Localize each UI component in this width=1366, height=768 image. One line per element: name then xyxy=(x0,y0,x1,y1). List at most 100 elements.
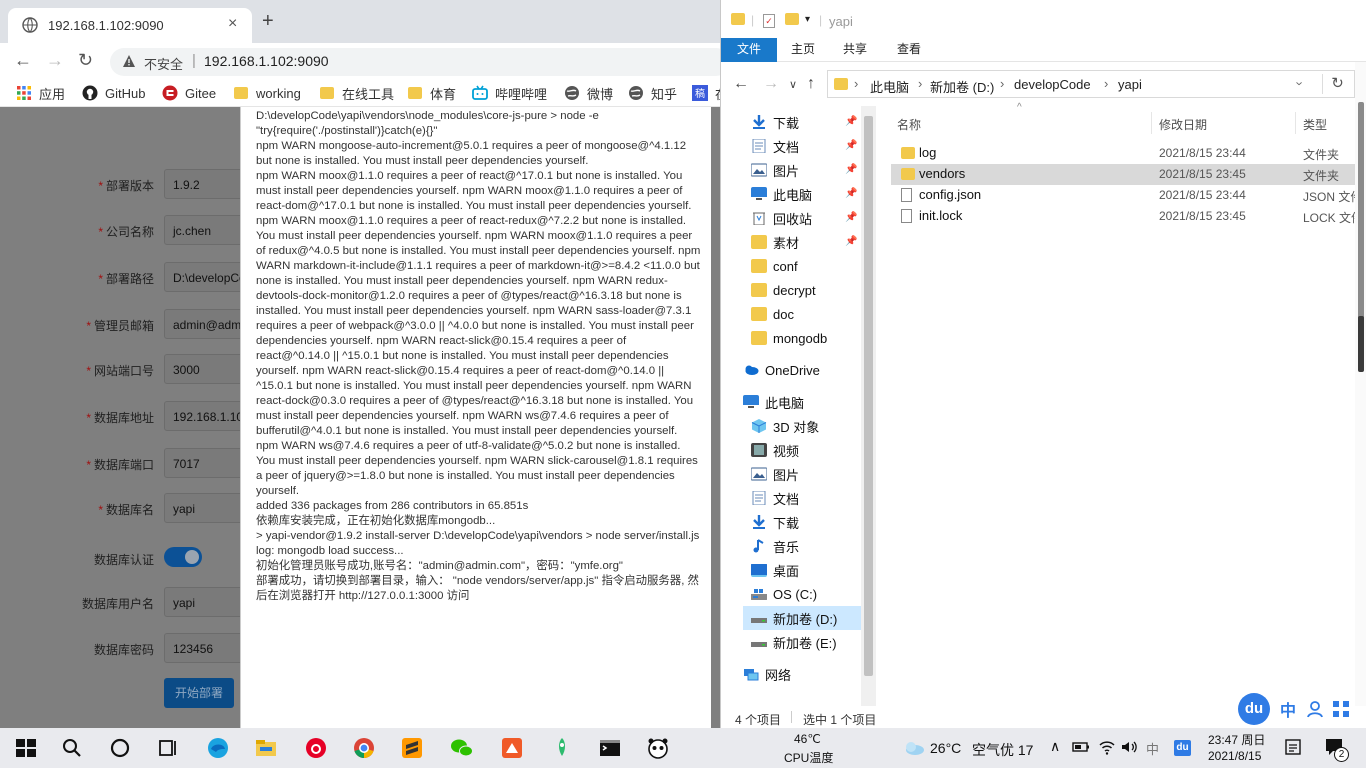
nav-item-documents[interactable]: 文档 xyxy=(751,134,799,158)
reload-icon[interactable]: ↻ xyxy=(78,50,93,70)
nav-item-documents-2[interactable]: 文档 xyxy=(751,486,799,510)
volume-icon[interactable] xyxy=(1120,738,1138,756)
qat-dropdown-icon[interactable]: ▾ xyxy=(805,14,810,25)
nav-item-videos[interactable]: 视频 xyxy=(751,438,799,462)
nav-item-doc[interactable]: doc xyxy=(751,302,794,326)
clock-date[interactable]: 2021/8/15 xyxy=(1208,749,1261,763)
tab-view[interactable]: 查看 xyxy=(897,38,921,62)
browser-tab[interactable]: 192.168.1.102:9090 × xyxy=(8,8,252,43)
wifi-icon[interactable] xyxy=(1098,738,1116,756)
crumb-drive-d[interactable]: 新加卷 (D:) xyxy=(930,77,994,96)
xmind-icon[interactable] xyxy=(500,736,524,760)
file-row-selected[interactable]: vendors 2021/8/15 23:45 文件夹 xyxy=(891,164,1366,185)
bookmark-online-tools[interactable]: 在线工具 xyxy=(320,83,394,103)
nav-item-decrypt[interactable]: decrypt xyxy=(751,278,816,302)
panda-app-icon[interactable] xyxy=(646,736,670,760)
nav-item-onedrive[interactable]: OneDrive xyxy=(743,358,820,382)
user-icon[interactable] xyxy=(1306,700,1324,718)
task-view-icon[interactable] xyxy=(156,736,180,760)
up-arrow-icon[interactable]: ↑ xyxy=(807,75,815,93)
tab-share[interactable]: 共享 xyxy=(843,38,867,62)
crumb-yapi[interactable]: yapi xyxy=(1118,77,1142,92)
nav-item-network[interactable]: 网络 xyxy=(743,662,791,686)
bookmark-gitee[interactable]: Gitee xyxy=(162,83,216,103)
windows-start-icon[interactable] xyxy=(14,736,38,760)
new-tab-button[interactable]: + xyxy=(262,11,274,31)
nav-item-downloads-2[interactable]: 下载 xyxy=(751,510,799,534)
properties-icon[interactable]: ✓ xyxy=(763,13,775,28)
bookmark-apps[interactable]: 应用 xyxy=(16,83,65,103)
grid-menu-icon[interactable] xyxy=(1332,700,1350,718)
tab-file[interactable]: 文件 xyxy=(721,38,777,62)
forward-arrow-icon[interactable]: → xyxy=(46,50,64,70)
bookmark-weibo[interactable]: 微博 xyxy=(564,83,613,103)
deploy-log-panel[interactable]: D:\developCode\yapi\vendors\node_modules… xyxy=(240,107,711,728)
start-deploy-button[interactable]: 开始部署 xyxy=(164,678,234,708)
forward-arrow-icon[interactable]: → xyxy=(763,75,779,93)
bookmark-github[interactable]: GitHub xyxy=(82,83,145,103)
tab-home[interactable]: 主页 xyxy=(791,38,815,62)
bookmark-bilibili[interactable]: 哔哩哔哩 xyxy=(472,83,547,103)
crumb-this-pc[interactable]: 此电脑 xyxy=(870,77,909,96)
recent-locations-icon[interactable]: ∨ xyxy=(789,78,797,91)
nav-pane-scrollbar[interactable] xyxy=(861,106,876,706)
nav-item-mongodb[interactable]: mongodb xyxy=(751,326,827,350)
column-header-type[interactable]: 类型 xyxy=(1303,116,1327,133)
pin-icon[interactable]: 📌 xyxy=(845,116,857,127)
file-row[interactable]: config.json 2021/8/15 23:44 JSON 文件 xyxy=(891,185,1366,206)
crumb-developcode[interactable]: developCode xyxy=(1014,77,1091,92)
chevron-up-icon[interactable]: ∧ xyxy=(1050,738,1060,755)
scrollbar-thumb[interactable] xyxy=(864,116,873,676)
ime-toolbar[interactable]: du 中 xyxy=(1238,692,1350,726)
path-box[interactable]: › 此电脑 › 新加卷 (D:) › developCode › yapi › … xyxy=(827,70,1355,98)
cortana-icon[interactable] xyxy=(108,736,132,760)
baidu-ime-icon[interactable]: du xyxy=(1238,693,1270,725)
file-row[interactable]: log 2021/8/15 23:44 文件夹 xyxy=(891,143,1366,164)
terminal-icon[interactable] xyxy=(598,736,622,760)
refresh-icon[interactable]: ↻ xyxy=(1322,74,1352,94)
nav-item-this-pc-root[interactable]: 此电脑 xyxy=(743,390,804,414)
ime-mode-toggle[interactable]: 中 xyxy=(1280,697,1296,721)
nav-item-conf[interactable]: conf xyxy=(751,254,798,278)
column-header-name[interactable]: 名称 xyxy=(897,116,921,133)
air-quality[interactable]: 空气优 17 xyxy=(972,740,1033,760)
nav-item-pictures[interactable]: 图片 xyxy=(751,158,799,182)
column-separator[interactable] xyxy=(1295,112,1296,134)
search-icon[interactable] xyxy=(60,736,84,760)
nav-item-3d-objects[interactable]: 3D 对象 xyxy=(751,414,819,438)
bookmark-zhihu[interactable]: 知乎 xyxy=(628,83,677,103)
pin-icon[interactable]: 📌 xyxy=(845,236,857,247)
nav-item-this-pc[interactable]: 此电脑 xyxy=(751,182,812,206)
address-bar[interactable]: 不安全 | 192.168.1.102:9090 xyxy=(110,48,730,76)
db-auth-toggle[interactable] xyxy=(164,547,202,567)
tab-close-icon[interactable]: × xyxy=(228,15,237,33)
file-explorer-icon[interactable] xyxy=(254,736,278,760)
nav-item-drive-c[interactable]: OS (C:) xyxy=(751,582,817,606)
bookmark-sports[interactable]: 体育 xyxy=(408,83,456,103)
url-text[interactable]: 192.168.1.102:9090 xyxy=(204,53,329,69)
weather-temperature[interactable]: 26°C xyxy=(930,740,961,756)
pin-icon[interactable]: 📌 xyxy=(845,212,857,223)
nav-item-drive-d[interactable]: 新加卷 (D:) xyxy=(743,606,861,630)
wechat-icon[interactable] xyxy=(450,736,474,760)
ime-language[interactable]: 中 xyxy=(1146,739,1159,758)
nav-item-downloads[interactable]: 下载 xyxy=(751,110,799,134)
nav-item-drive-e[interactable]: 新加卷 (E:) xyxy=(751,630,837,654)
column-header-date[interactable]: 修改日期 xyxy=(1159,116,1207,133)
pin-icon[interactable]: 📌 xyxy=(845,164,857,175)
sublime-text-icon[interactable] xyxy=(400,736,424,760)
nav-item-recycle-bin[interactable]: 回收站 xyxy=(751,206,812,230)
weather-cloud-icon[interactable] xyxy=(902,736,926,760)
back-arrow-icon[interactable]: ← xyxy=(733,75,749,93)
column-separator[interactable] xyxy=(1151,112,1152,134)
bookmark-working[interactable]: working xyxy=(234,83,301,103)
baidu-tray-icon[interactable]: du xyxy=(1174,740,1191,756)
nav-item-desktop[interactable]: 桌面 xyxy=(751,558,799,582)
clock-time[interactable]: 23:47 周日 xyxy=(1208,731,1265,748)
edge-browser-icon[interactable] xyxy=(206,736,230,760)
nav-item-music[interactable]: 音乐 xyxy=(751,534,799,558)
history-dropdown-icon[interactable]: › xyxy=(1293,81,1308,85)
nav-item-pictures-2[interactable]: 图片 xyxy=(751,462,799,486)
rocket-app-icon[interactable] xyxy=(550,736,574,760)
pin-icon[interactable]: 📌 xyxy=(845,140,857,151)
